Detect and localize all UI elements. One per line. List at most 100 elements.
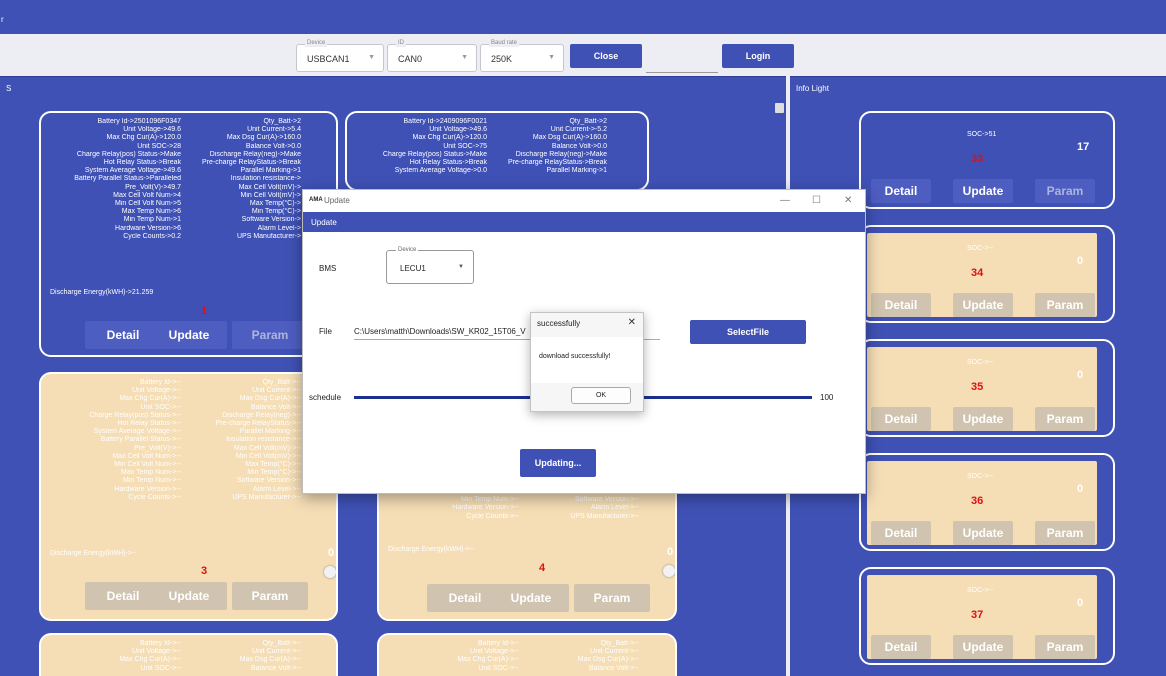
detail-button[interactable]: Detail xyxy=(85,582,161,610)
info-field: Alarm Level-> xyxy=(257,224,301,232)
detail-button[interactable]: Detail xyxy=(871,407,931,431)
login-button[interactable]: Login xyxy=(722,44,794,68)
bms-device-select[interactable]: Device LECU1 ▼ xyxy=(386,246,474,284)
dialog-titlebar[interactable]: AMA Update — ☐ ✕ xyxy=(303,190,865,212)
info-field: Min Temp Num->-- xyxy=(460,496,519,504)
info-field: Max Chg Cur(A)->120.0 xyxy=(106,134,181,142)
info-field: Balance Volt->-- xyxy=(251,403,301,411)
baud-select[interactable]: Baud rate 250K ▼ xyxy=(480,39,564,72)
info-row: Unit Voltage->49.6 Unit Current->-5.2 xyxy=(351,126,613,134)
dialog-header-title: Update xyxy=(311,218,337,227)
info-field: Qty_Batt->-- xyxy=(262,640,301,647)
info-row: Max Chg Cur(A)->120.0 Max Dsg Cur(A)->160… xyxy=(351,134,613,142)
info-field: Qty_Batt->-- xyxy=(262,379,301,386)
discharge-energy: Discharge Energy(kWH)->-- xyxy=(388,546,475,553)
info-field: System Average Voltage->-- xyxy=(93,428,181,436)
update-button[interactable]: Update xyxy=(151,321,227,349)
info-field: Insulation resistance-> xyxy=(230,175,301,183)
soc-readout: SOC->51 xyxy=(967,131,997,138)
info-field: Balance Volt->-- xyxy=(589,664,639,672)
param-button[interactable]: Param xyxy=(1035,407,1095,431)
info-field: Battery Id->2409096F0021 xyxy=(403,118,487,125)
info-field: Max Dsg Cur(A)->-- xyxy=(239,656,301,664)
info-field: Unit Current->-- xyxy=(252,648,301,656)
chevron-down-icon: ▼ xyxy=(548,54,555,61)
update-button[interactable]: Update xyxy=(953,635,1013,659)
param-button[interactable]: Param xyxy=(574,584,650,612)
info-field: Balance Volt->-- xyxy=(251,664,301,672)
info-field: Max Temp(°C)->-- xyxy=(245,461,301,469)
param-button[interactable]: Param xyxy=(1035,293,1095,317)
detail-button[interactable]: Detail xyxy=(871,521,931,545)
battery-info: Battery Id->-- Qty_Batt->-- Unit Voltage->… xyxy=(383,640,645,673)
info-field: Max Chg Cur(A)->-- xyxy=(457,656,519,664)
select-file-button[interactable]: SelectFile xyxy=(690,320,806,344)
update-button[interactable]: Update xyxy=(953,407,1013,431)
info-row: Battery Parallel Status->Paralleled Insul… xyxy=(45,175,307,183)
info-field: Max Cell Volt Num->4 xyxy=(113,191,181,199)
info-row: Unit Voltage->49.6 Unit Current->5.4 xyxy=(45,126,307,134)
title-bar: r xyxy=(0,0,1166,34)
message-text: download successfully! xyxy=(539,353,611,360)
info-row: Min Cell Volt Num->5 Max Temp(°C)-> xyxy=(45,200,307,208)
param-button[interactable]: Param xyxy=(1035,635,1095,659)
update-button[interactable]: Update xyxy=(953,179,1013,203)
scroll-up-button[interactable] xyxy=(775,103,784,113)
update-button[interactable]: Update xyxy=(953,521,1013,545)
updating-button[interactable]: Updating... xyxy=(520,449,596,477)
info-field: Battery Id->-- xyxy=(139,379,181,386)
update-button[interactable]: Update xyxy=(493,584,569,612)
detail-button[interactable]: Detail xyxy=(871,293,931,317)
info-light-title: Info Light xyxy=(796,84,829,93)
id-select[interactable]: ID CAN0 ▼ xyxy=(387,39,477,72)
info-field: UPS Manufacturer->-- xyxy=(232,493,301,501)
chevron-down-icon: ▼ xyxy=(461,54,468,61)
detail-button[interactable]: Detail xyxy=(85,321,161,349)
close-icon[interactable]: ✕ xyxy=(844,195,852,206)
battery-section-header: S xyxy=(0,76,786,98)
info-field: Parallel Marking->-- xyxy=(239,428,301,436)
info-field: Charge Relay(pos) Status->Make xyxy=(76,150,181,158)
minimize-icon[interactable]: — xyxy=(780,195,790,206)
info-row: Pre_Volt(V)->49.7 Max Cell Volt(mV)-> xyxy=(45,184,307,192)
toggle-switch[interactable] xyxy=(324,566,336,578)
device-legend: Device xyxy=(305,39,328,47)
info-row: Max Cell Volt Num->4 Min Cell Volt(mV)-> xyxy=(45,192,307,200)
close-icon[interactable]: ✕ xyxy=(628,317,636,328)
battery-info: Battery Id->2501096F0347 Qty_Batt->2 Unit … xyxy=(45,118,307,241)
info-row: Battery Id->2501096F0347 Qty_Batt->2 xyxy=(45,118,307,126)
section-title: S xyxy=(6,84,12,93)
info-row: Max Temp Num->-- Min Temp(°C)->-- xyxy=(45,469,307,477)
device-select[interactable]: Device USBCAN1 ▼ xyxy=(296,39,384,72)
param-button[interactable]: Param xyxy=(1035,521,1095,545)
file-label: File xyxy=(319,327,332,336)
soc-value: 0 xyxy=(1077,597,1084,609)
baud-value: 250K xyxy=(491,54,513,64)
info-field: Alarm Level->-- xyxy=(252,485,301,493)
maximize-icon[interactable]: ☐ xyxy=(812,195,821,206)
ok-button[interactable]: OK xyxy=(571,387,631,404)
info-field: Hardware Version->-- xyxy=(114,485,181,493)
battery-info: Battery Id->2409096F0021 Qty_Batt->2 Unit … xyxy=(351,118,613,175)
toggle-switch[interactable] xyxy=(663,565,675,577)
dialog-header: Update xyxy=(303,212,865,232)
info-field: Max Cell Volt Num->-- xyxy=(112,452,181,460)
info-row: Min Cell Volt Num->-- Max Temp(°C)->-- xyxy=(45,461,307,469)
info-row: Battery Id->2409096F0021 Qty_Batt->2 xyxy=(351,118,613,126)
detail-button[interactable]: Detail xyxy=(427,584,503,612)
update-button[interactable]: Update xyxy=(953,293,1013,317)
update-button[interactable]: Update xyxy=(151,582,227,610)
param-button[interactable]: Param xyxy=(232,582,308,610)
close-button[interactable]: Close xyxy=(570,44,642,68)
detail-button[interactable]: Detail xyxy=(871,179,931,203)
param-button[interactable]: Param xyxy=(232,321,308,349)
info-row: Max Cell Volt Num->-- Min Cell Volt(mV)->… xyxy=(45,453,307,461)
battery-card: Battery Id->-- Qty_Batt->-- Unit Voltage->… xyxy=(39,372,338,621)
info-field: Cycle Counts->0.2 xyxy=(123,232,181,240)
info-field: Unit SOC->28 xyxy=(137,142,181,150)
info-field: Min Temp Num->-- xyxy=(122,477,181,485)
info-field: Balance Volt->0.0 xyxy=(245,142,301,150)
param-button[interactable]: Param xyxy=(1035,179,1095,203)
detail-button[interactable]: Detail xyxy=(871,635,931,659)
file-path-field[interactable]: C:\Users\matth\Downloads\SW_KR02_15T06_V xyxy=(354,327,532,336)
